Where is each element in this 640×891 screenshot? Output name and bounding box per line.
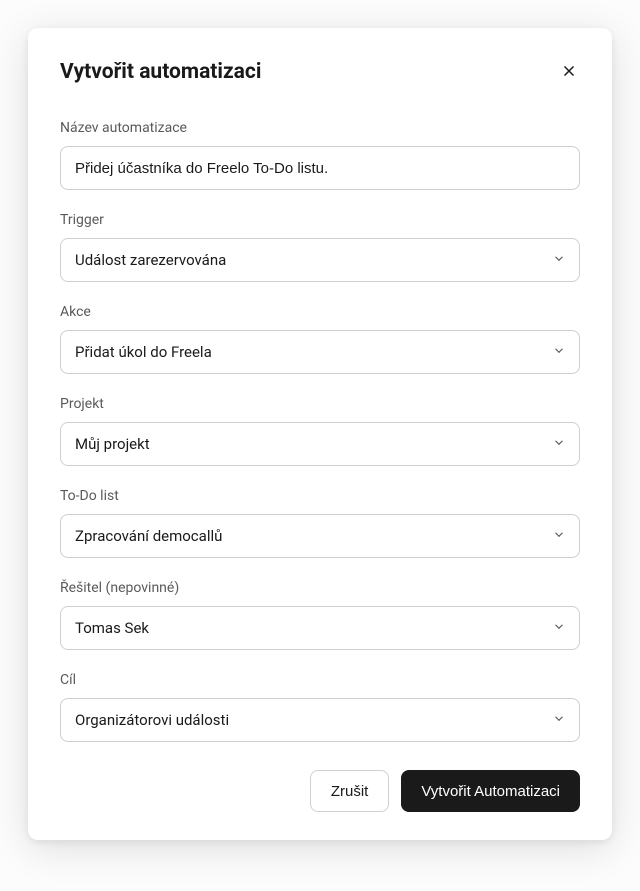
target-label: Cíl: [60, 672, 580, 688]
target-select[interactable]: Organizátorovi události: [60, 698, 580, 742]
project-value: Můj projekt: [75, 435, 150, 453]
todolist-select[interactable]: Zpracování democallů: [60, 514, 580, 558]
modal-title: Vytvořit automatizaci: [60, 60, 261, 84]
name-label: Název automatizace: [60, 120, 580, 136]
field-todolist: To-Do list Zpracování democallů: [60, 488, 580, 558]
cancel-button[interactable]: Zrušit: [310, 770, 390, 812]
trigger-value: Událost zarezervována: [75, 251, 226, 269]
action-label: Akce: [60, 304, 580, 320]
field-assignee: Řešitel (nepovinné) Tomas Sek: [60, 580, 580, 650]
name-input[interactable]: [60, 146, 580, 190]
close-icon: [560, 68, 578, 83]
modal-footer: Zrušit Vytvořit Automatizaci: [60, 770, 580, 812]
trigger-label: Trigger: [60, 212, 580, 228]
project-select[interactable]: Můj projekt: [60, 422, 580, 466]
todolist-value: Zpracování democallů: [75, 527, 222, 545]
submit-button[interactable]: Vytvořit Automatizaci: [401, 770, 580, 812]
project-label: Projekt: [60, 396, 580, 412]
field-action: Akce Přidat úkol do Freela: [60, 304, 580, 374]
field-project: Projekt Můj projekt: [60, 396, 580, 466]
action-value: Přidat úkol do Freela: [75, 343, 212, 361]
create-automation-modal: Vytvořit automatizaci Název automatizace…: [28, 28, 612, 840]
field-target: Cíl Organizátorovi události: [60, 672, 580, 742]
modal-header: Vytvořit automatizaci: [60, 60, 580, 84]
assignee-select[interactable]: Tomas Sek: [60, 606, 580, 650]
field-trigger: Trigger Událost zarezervována: [60, 212, 580, 282]
field-name: Název automatizace: [60, 120, 580, 190]
close-button[interactable]: [558, 60, 580, 82]
todolist-label: To-Do list: [60, 488, 580, 504]
target-value: Organizátorovi události: [75, 711, 229, 729]
trigger-select[interactable]: Událost zarezervována: [60, 238, 580, 282]
assignee-value: Tomas Sek: [75, 619, 149, 637]
assignee-label: Řešitel (nepovinné): [60, 580, 580, 596]
action-select[interactable]: Přidat úkol do Freela: [60, 330, 580, 374]
